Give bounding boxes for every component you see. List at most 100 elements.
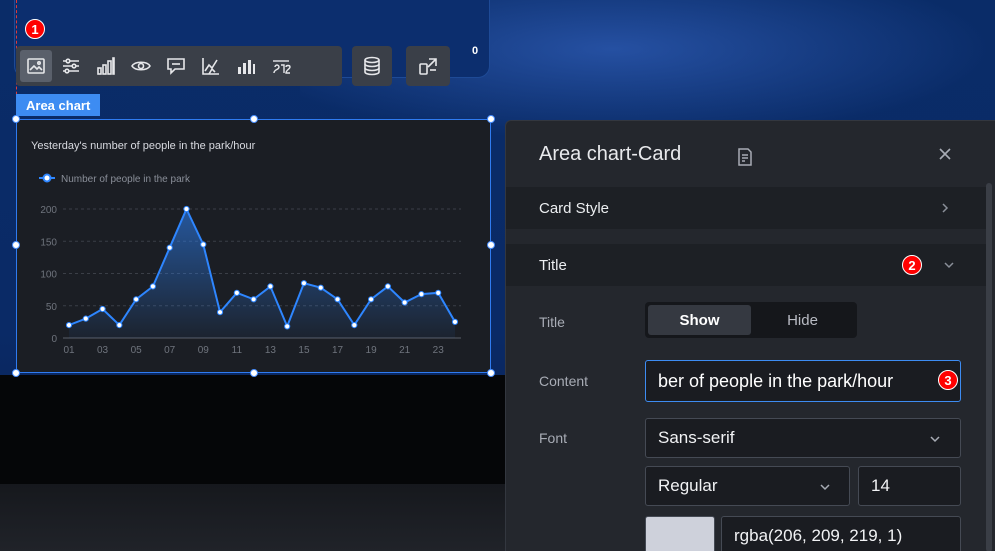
comment-icon — [167, 58, 185, 75]
data-point — [233, 289, 240, 296]
x-tick-label: 01 — [63, 345, 75, 356]
font-weight-value: Regular — [658, 476, 718, 495]
tech-bar-icon — [238, 60, 255, 74]
toolbar-card-button[interactable] — [20, 50, 52, 82]
y-tick-label: 100 — [40, 270, 57, 281]
y-axis: 0 50 100 150 200 — [40, 205, 57, 345]
resize-handle-top[interactable] — [250, 115, 258, 123]
database-icon — [364, 56, 380, 76]
font-size-value: 14 — [871, 476, 890, 495]
title-visibility-toggle: Show Hide — [645, 302, 857, 338]
toolbar-interaction-button[interactable] — [406, 46, 450, 86]
area-chart: Yesterday's number of people in the park… — [31, 140, 461, 356]
component-name-tag: Area chart — [16, 94, 101, 116]
x-tick-label: 19 — [366, 345, 378, 356]
font-family-select[interactable]: Sans-serif — [645, 418, 961, 458]
data-point — [183, 205, 190, 213]
toolbar-view-button[interactable] — [125, 50, 157, 82]
font-label: Font — [539, 430, 568, 446]
chevron-down-icon — [820, 484, 830, 491]
title-show-option[interactable]: Show — [648, 305, 751, 335]
data-point — [99, 305, 106, 313]
data-point — [384, 283, 391, 290]
data-point — [200, 241, 207, 248]
data-point — [284, 323, 291, 330]
y-tick-label: 200 — [40, 205, 57, 216]
interaction-icon — [419, 58, 437, 75]
toolbar-data-button[interactable] — [352, 46, 392, 86]
data-point — [216, 309, 224, 316]
data-point — [367, 296, 375, 303]
panel-title: Area chart-Card — [539, 143, 682, 165]
title-color-swatch[interactable] — [645, 516, 715, 551]
resize-handle-bottom[interactable] — [250, 369, 258, 377]
x-tick-label: 13 — [265, 345, 277, 356]
eye-icon — [131, 61, 151, 71]
data-point — [435, 289, 442, 296]
close-icon[interactable] — [934, 143, 956, 165]
panel-scrollbar[interactable] — [986, 183, 992, 551]
data-point — [82, 315, 89, 322]
component-toolbar — [16, 46, 342, 86]
toolbar-number-button[interactable] — [265, 50, 297, 82]
data-point — [166, 244, 173, 251]
x-tick-label: 07 — [164, 345, 176, 356]
data-point — [351, 322, 358, 329]
x-tick-label: 15 — [298, 345, 310, 356]
section-title-label: Title — [539, 256, 567, 274]
legend-series-label: Number of people in the park — [61, 174, 191, 185]
title-content-input[interactable] — [645, 360, 961, 402]
section-card-style-label: Card Style — [539, 199, 610, 217]
toolbar-comment-button[interactable] — [160, 50, 192, 82]
chart-legend: Number of people in the park — [39, 173, 191, 185]
y-tick-label: 150 — [40, 237, 57, 248]
chevron-down-icon — [944, 262, 954, 269]
data-point — [317, 284, 324, 291]
x-tick-label: 05 — [131, 345, 143, 356]
chevron-right-icon — [942, 203, 949, 213]
callout-badge-1: 1 — [25, 19, 45, 39]
content-label: Content — [539, 373, 589, 389]
resize-handle-bottom-right[interactable] — [487, 369, 495, 377]
data-point — [267, 283, 274, 290]
callout-badge-2: 2 — [902, 255, 922, 275]
top-card-value: 0 — [472, 45, 479, 57]
toolbar-chart-button[interactable] — [90, 50, 122, 82]
font-size-input[interactable]: 14 — [858, 466, 961, 506]
resize-handle-left[interactable] — [12, 241, 20, 249]
x-tick-label: 09 — [198, 345, 210, 356]
font-family-value: Sans-serif — [658, 428, 735, 447]
data-point — [451, 318, 459, 325]
settings-sliders-icon — [63, 58, 79, 74]
floor-background-region — [0, 484, 505, 551]
font-weight-select[interactable]: Regular — [645, 466, 850, 506]
chevron-down-icon — [930, 436, 940, 443]
line-chart-icon — [202, 58, 219, 75]
chart-title: Yesterday's number of people in the park… — [31, 140, 256, 152]
toolbar-settings-button[interactable] — [55, 50, 87, 82]
title-hide-option[interactable]: Hide — [751, 305, 854, 335]
section-card-style[interactable]: Card Style — [506, 187, 986, 229]
x-axis: 01 03 05 07 09 11 13 15 17 19 21 23 — [63, 345, 444, 356]
resize-handle-top-right[interactable] — [487, 115, 495, 123]
x-tick-label: 17 — [332, 345, 344, 356]
title-color-input[interactable]: rgba(206, 209, 219, 1) — [721, 516, 961, 551]
resize-handle-bottom-left[interactable] — [12, 369, 20, 377]
resize-handle-right[interactable] — [487, 241, 495, 249]
x-tick-label: 23 — [433, 345, 445, 356]
number-card-icon — [273, 60, 291, 74]
data-point — [418, 291, 425, 298]
y-tick-label: 0 — [51, 334, 57, 345]
callout-badge-3: 3 — [938, 370, 958, 390]
data-point — [116, 322, 123, 329]
title-visibility-label: Title — [539, 314, 565, 330]
toolbar-line-chart-button[interactable] — [195, 50, 227, 82]
document-icon[interactable] — [734, 146, 756, 168]
resize-handle-top-left[interactable] — [12, 115, 20, 123]
data-point — [300, 280, 308, 287]
x-tick-label: 11 — [232, 345, 243, 356]
toolbar-tech-bar-button[interactable] — [230, 50, 262, 82]
properties-panel: Area chart-Card Card Style Title 2 Title… — [505, 120, 995, 551]
area-chart-card[interactable]: Yesterday's number of people in the park… — [16, 119, 491, 373]
y-tick-label: 50 — [46, 302, 58, 313]
